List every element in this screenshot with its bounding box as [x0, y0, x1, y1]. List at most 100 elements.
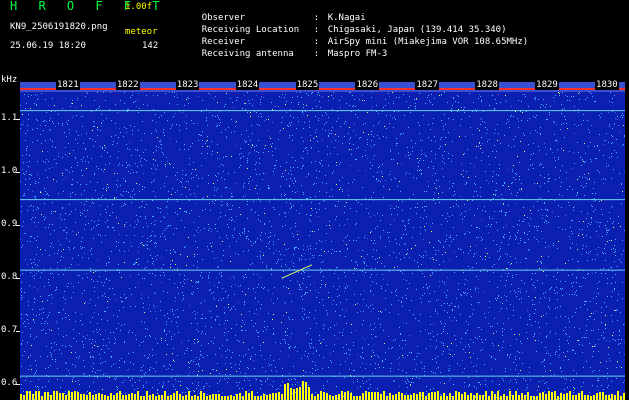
noise-pixel	[333, 171, 334, 172]
noise-pixel	[243, 185, 244, 186]
noise-pixel	[377, 213, 378, 214]
noise-pixel	[37, 99, 38, 100]
noise-pixel	[607, 373, 608, 374]
noise-pixel	[54, 253, 55, 254]
noise-pixel	[557, 292, 558, 293]
noise-pixel	[128, 332, 129, 333]
noise-pixel	[426, 223, 427, 224]
noise-pixel	[606, 234, 607, 235]
noise-pixel	[268, 130, 269, 131]
noise-pixel	[491, 357, 492, 358]
noise-pixel	[21, 366, 22, 367]
noise-pixel	[586, 330, 587, 331]
noise-pixel	[238, 302, 239, 303]
noise-pixel	[280, 254, 281, 255]
noise-pixel	[217, 102, 218, 103]
noise-pixel	[309, 125, 310, 126]
noise-pixel	[495, 298, 496, 299]
noise-pixel	[587, 97, 588, 98]
noise-pixel	[231, 196, 232, 197]
noise-pixel	[207, 125, 208, 126]
noise-pixel	[597, 288, 598, 289]
noise-pixel	[383, 367, 384, 368]
noise-pixel	[146, 267, 147, 268]
noise-pixel	[38, 98, 39, 99]
noise-pixel	[87, 210, 88, 211]
noise-pixel	[232, 205, 233, 206]
noise-pixel	[166, 321, 167, 322]
noise-pixel	[167, 120, 168, 121]
noise-pixel	[146, 223, 147, 224]
noise-pixel	[406, 280, 407, 281]
noise-pixel	[219, 119, 220, 120]
noise-pixel	[585, 301, 586, 302]
noise-pixel	[548, 178, 549, 179]
noise-pixel	[305, 148, 306, 149]
noise-pixel	[185, 392, 186, 393]
noise-pixel	[452, 155, 453, 156]
noise-pixel	[271, 364, 272, 365]
noise-pixel	[51, 243, 52, 244]
noise-pixel	[322, 299, 323, 300]
noise-pixel	[542, 283, 543, 284]
noise-pixel	[577, 193, 578, 194]
noise-pixel	[550, 288, 551, 289]
noise-pixel	[21, 295, 22, 296]
noise-pixel	[598, 235, 599, 236]
noise-pixel	[23, 124, 24, 125]
noise-pixel	[269, 241, 270, 242]
noise-pixel	[199, 359, 200, 360]
noise-pixel	[321, 249, 322, 250]
noise-pixel	[527, 338, 528, 339]
noise-pixel	[142, 186, 143, 187]
noise-pixel	[282, 339, 283, 340]
noise-pixel	[319, 203, 320, 204]
noise-pixel	[116, 217, 117, 218]
noise-pixel	[295, 346, 296, 347]
noise-pixel	[139, 345, 140, 346]
noise-pixel	[483, 292, 484, 293]
noise-pixel	[303, 370, 304, 371]
noise-pixel	[386, 115, 387, 116]
noise-pixel	[495, 359, 496, 360]
noise-pixel	[65, 169, 66, 170]
noise-pixel	[271, 370, 272, 371]
noise-pixel	[605, 253, 606, 254]
noise-pixel	[302, 111, 303, 112]
noise-pixel	[270, 355, 271, 356]
noise-pixel	[171, 126, 172, 127]
noise-pixel	[95, 190, 96, 191]
noise-pixel	[37, 161, 38, 162]
noise-pixel	[47, 193, 48, 194]
noise-pixel	[286, 112, 287, 113]
noise-pixel	[337, 296, 338, 297]
noise-pixel	[140, 370, 141, 371]
noise-pixel	[45, 140, 46, 141]
noise-pixel	[256, 174, 257, 175]
noise-pixel	[122, 165, 123, 166]
noise-pixel	[48, 279, 49, 280]
noise-pixel	[407, 147, 408, 148]
noise-pixel	[51, 111, 52, 112]
noise-pixel	[546, 353, 547, 354]
noise-pixel	[285, 216, 286, 217]
noise-pixel	[124, 262, 125, 263]
noise-pixel	[377, 388, 378, 389]
noise-pixel	[462, 360, 463, 361]
noise-pixel	[436, 260, 437, 261]
noise-pixel	[411, 300, 412, 301]
noise-pixel	[36, 104, 37, 105]
noise-pixel	[433, 336, 434, 337]
noise-pixel	[77, 143, 78, 144]
noise-pixel	[286, 266, 287, 267]
noise-pixel	[310, 221, 311, 222]
noise-pixel	[555, 308, 556, 309]
noise-pixel	[105, 373, 106, 374]
noise-pixel	[565, 316, 566, 317]
noise-pixel	[133, 364, 134, 365]
noise-pixel	[80, 212, 81, 213]
noise-pixel	[275, 106, 276, 107]
noise-pixel	[338, 278, 339, 279]
noise-pixel	[576, 308, 577, 309]
noise-pixel	[73, 150, 74, 151]
